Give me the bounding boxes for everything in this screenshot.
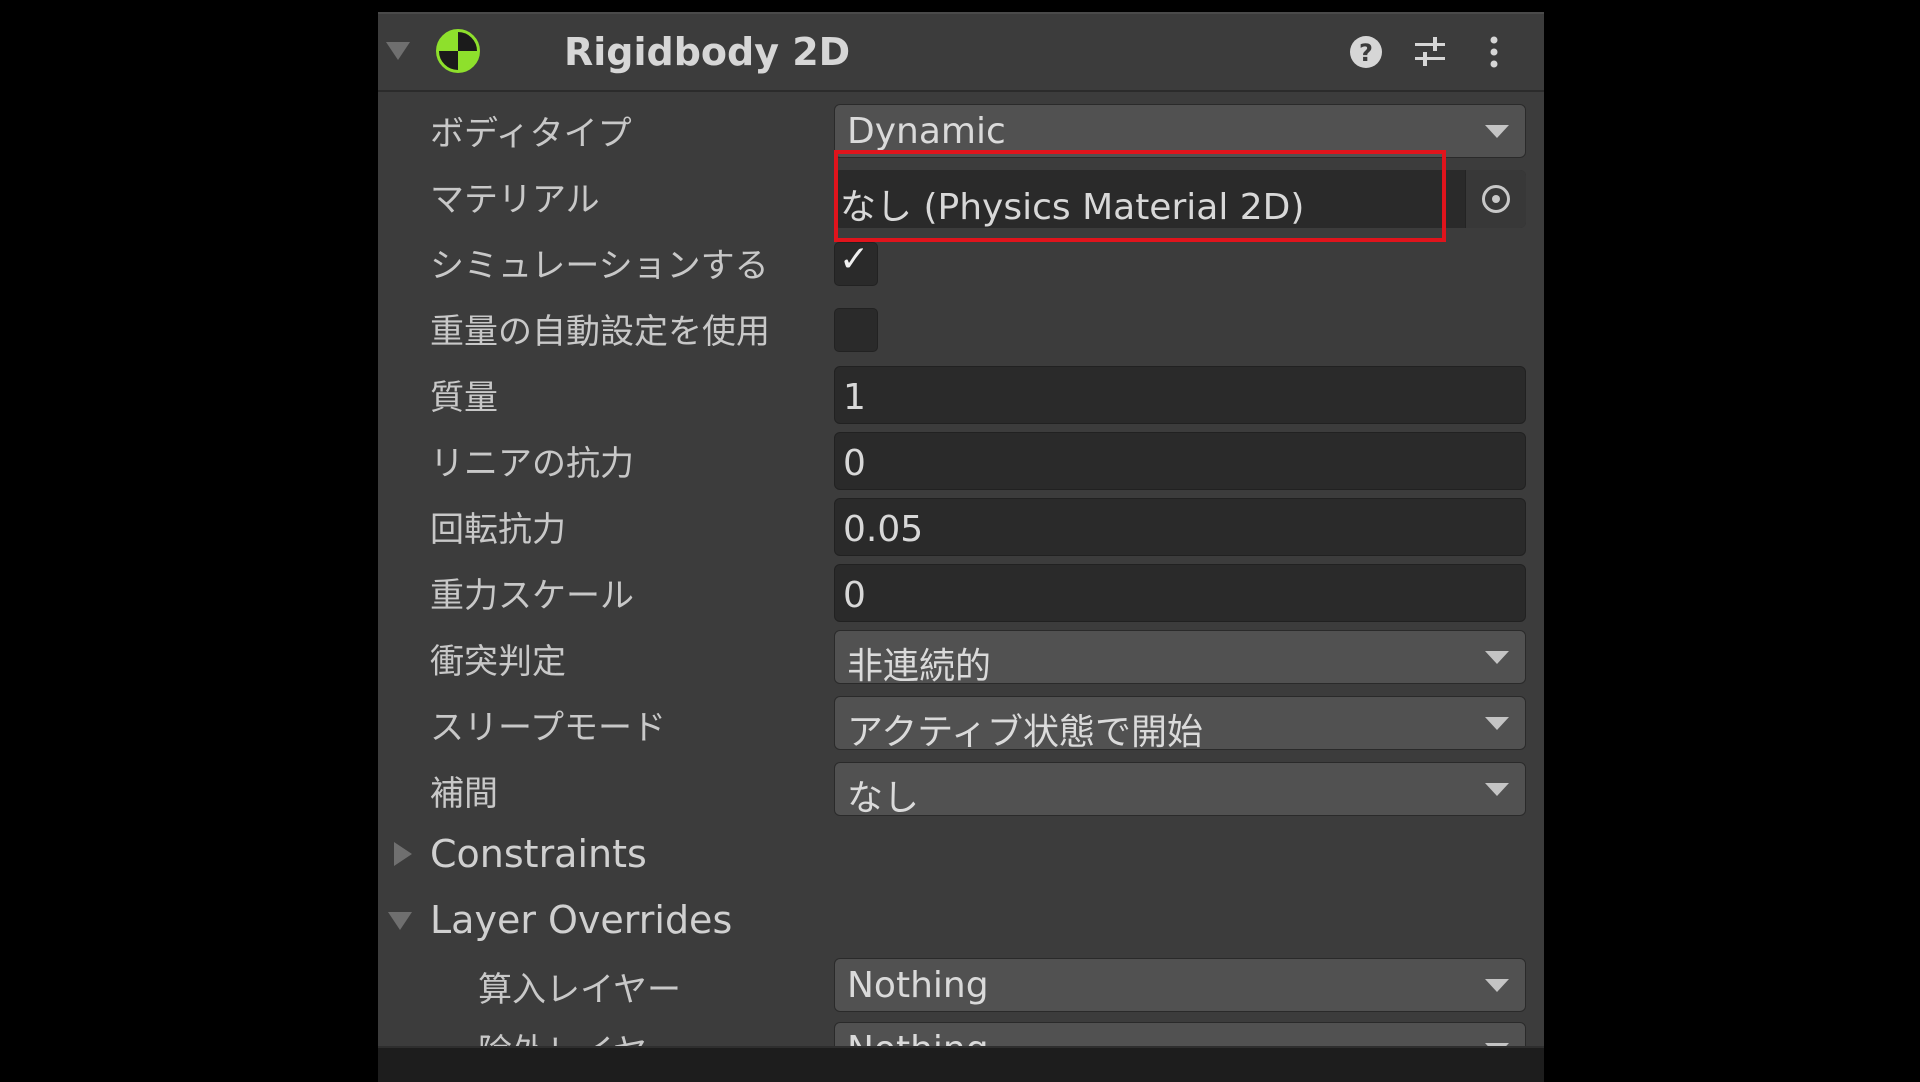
gravity-scale-label: 重力スケール xyxy=(430,576,634,616)
mass-value: 1 xyxy=(843,377,866,418)
angular-drag-label: 回転抗力 xyxy=(430,510,566,550)
gravity-scale-value: 0 xyxy=(843,575,866,616)
rigidbody-2d-icon xyxy=(436,29,480,73)
collision-detection-value: 非連続的 xyxy=(847,646,992,687)
chevron-down-icon xyxy=(1485,783,1509,796)
mass-label: 質量 xyxy=(430,378,498,418)
linear-drag-value: 0 xyxy=(843,443,866,484)
collision-detection-dropdown[interactable]: 非連続的 xyxy=(834,630,1526,687)
object-picker-button[interactable] xyxy=(1465,170,1526,228)
include-layers-dropdown[interactable]: Nothing xyxy=(834,958,1526,1012)
sleep-mode-dropdown[interactable]: アクティブ状態で開始 xyxy=(834,696,1526,753)
mass-input[interactable]: 1 xyxy=(834,366,1526,424)
help-icon[interactable]: ? xyxy=(1348,34,1384,70)
auto-mass-label: 重量の自動設定を使用 xyxy=(430,312,770,352)
include-layers-value: Nothing xyxy=(847,965,989,1006)
simulated-checkbox[interactable]: ✓ xyxy=(834,239,878,286)
window-footer xyxy=(378,1046,1544,1082)
more-icon[interactable] xyxy=(1476,34,1512,70)
simulated-label: シミュレーションする xyxy=(430,246,769,286)
include-layers-label: 算入レイヤー xyxy=(478,970,681,1010)
component-header[interactable]: Rigidbody 2D ? xyxy=(378,14,1544,92)
sleep-mode-value: アクティブ状態で開始 xyxy=(847,712,1204,753)
linear-drag-input[interactable]: 0 xyxy=(834,432,1526,490)
layer-overrides-foldout-icon[interactable] xyxy=(388,912,412,930)
component-title: Rigidbody 2D xyxy=(564,30,851,74)
angular-drag-value: 0.05 xyxy=(843,509,924,550)
angular-drag-input[interactable]: 0.05 xyxy=(834,498,1526,556)
chevron-down-icon xyxy=(1485,651,1509,664)
auto-mass-checkbox[interactable] xyxy=(834,308,878,352)
svg-text:?: ? xyxy=(1359,39,1373,67)
chevron-down-icon xyxy=(1485,979,1509,992)
linear-drag-label: リニアの抗力 xyxy=(430,444,634,484)
preset-icon[interactable] xyxy=(1412,34,1448,70)
body-type-label: ボディタイプ xyxy=(430,114,632,154)
body-type-value: Dynamic xyxy=(847,111,1006,152)
sleep-mode-label: スリープモード xyxy=(430,708,666,748)
object-picker-dot xyxy=(1492,195,1500,203)
chevron-down-icon xyxy=(1485,717,1509,730)
constraints-foldout[interactable]: Constraints xyxy=(430,832,647,876)
material-label: マテリアル xyxy=(430,180,600,220)
inspector-panel: Rigidbody 2D ? ボディタイプ Dynamic マテリアル なし (… xyxy=(378,12,1544,1050)
checkmark-icon: ✓ xyxy=(839,239,870,280)
interpolate-value: なし xyxy=(847,778,920,819)
collision-detection-label: 衝突判定 xyxy=(430,642,566,682)
interpolate-dropdown[interactable]: なし xyxy=(834,762,1526,819)
gravity-scale-input[interactable]: 0 xyxy=(834,564,1526,622)
layer-overrides-foldout[interactable]: Layer Overrides xyxy=(430,898,732,942)
highlight-box xyxy=(834,150,1446,242)
interpolate-label: 補間 xyxy=(430,774,498,814)
foldout-arrow-icon[interactable] xyxy=(386,42,410,60)
constraints-foldout-icon[interactable] xyxy=(394,842,412,866)
chevron-down-icon xyxy=(1485,125,1509,138)
